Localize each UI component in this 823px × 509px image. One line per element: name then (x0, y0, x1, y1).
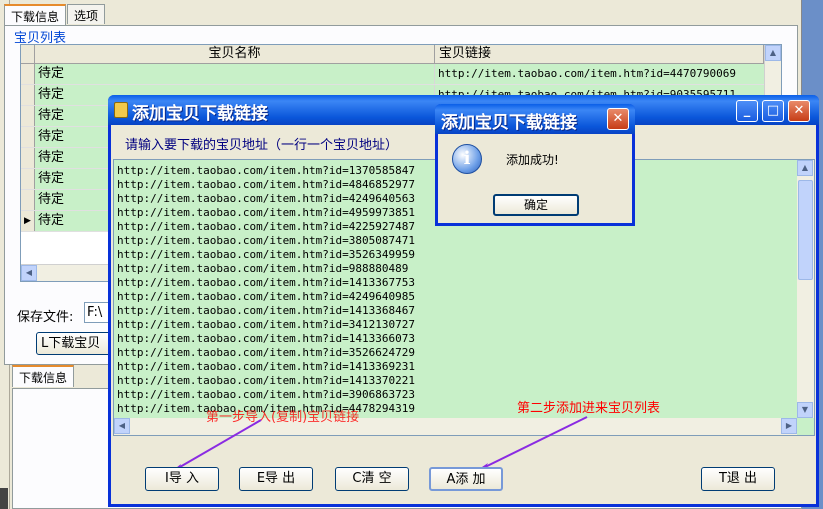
cell-link[interactable]: http://item.taobao.com/item.htm?id=44707… (435, 64, 764, 84)
grid-header-indicator (21, 45, 35, 63)
info-icon: i (452, 144, 482, 174)
column-header-name[interactable]: 宝贝名称 (35, 45, 435, 63)
msgbox-title: 添加宝贝下载链接 (441, 113, 577, 133)
scroll-up-icon[interactable]: ▲ (765, 45, 781, 61)
url-line: http://item.taobao.com/item.htm?id=42259… (117, 220, 416, 233)
url-line: http://item.taobao.com/item.htm?id=14133… (117, 304, 416, 317)
url-line: http://item.taobao.com/item.htm?id=42496… (117, 192, 416, 205)
minimize-icon[interactable]: _ (736, 100, 758, 122)
scroll-down-icon[interactable]: ▼ (797, 402, 813, 418)
row-indicator[interactable] (21, 64, 35, 84)
exit-button[interactable]: T退 出 (701, 467, 775, 491)
table-row[interactable]: 待定 http://item.taobao.com/item.htm?id=447… (21, 64, 764, 85)
url-line: http://item.taobao.com/item.htm?id=13705… (117, 164, 416, 177)
step2-annotation: 第二步添加进来宝贝列表 (517, 401, 661, 416)
download-button[interactable]: L下载宝贝 (36, 332, 112, 355)
url-line: http://item.taobao.com/item.htm?id=14133… (117, 360, 416, 373)
tab-options[interactable]: 选项 (67, 4, 106, 24)
url-instruction: 请输入要下载的宝贝地址（一行一个宝贝地址） (125, 138, 399, 153)
url-line: http://item.taobao.com/item.htm?id=39068… (117, 388, 416, 401)
step1-annotation: 第一步导入(复制)宝贝链接 (206, 410, 360, 425)
grid-header: 宝贝名称 宝贝链接 (21, 45, 764, 64)
url-line: http://item.taobao.com/item.htm?id=34121… (117, 318, 416, 331)
cell-name[interactable]: 待定 (35, 64, 435, 84)
scroll-left-icon[interactable]: ◀ (21, 265, 37, 281)
app-icon (114, 102, 128, 118)
url-line: http://item.taobao.com/item.htm?id=35263… (117, 248, 416, 261)
save-file-label: 保存文件: (17, 310, 74, 325)
url-lines: http://item.taobao.com/item.htm?id=13705… (117, 164, 437, 430)
url-line: http://item.taobao.com/item.htm?id=14133… (117, 332, 416, 345)
row-indicator[interactable] (21, 106, 35, 126)
maximize-icon[interactable]: □ (762, 100, 784, 122)
url-line: http://item.taobao.com/item.htm?id=42496… (117, 290, 416, 303)
import-button[interactable]: I导 入 (145, 467, 219, 491)
url-line: http://item.taobao.com/item.htm?id=14133… (117, 276, 416, 289)
scroll-left-icon[interactable]: ◀ (114, 418, 130, 434)
tab-bottom-download-info[interactable]: 下载信息 (12, 365, 75, 387)
scroll-right-icon[interactable]: ▶ (781, 418, 797, 434)
url-line: http://item.taobao.com/item.htm?id=38050… (117, 234, 416, 247)
close-icon[interactable]: ✕ (607, 108, 629, 130)
row-indicator[interactable] (21, 127, 35, 147)
taskbar-edge (0, 488, 8, 509)
column-header-link[interactable]: 宝贝链接 (435, 45, 764, 63)
row-indicator[interactable] (21, 190, 35, 210)
row-indicator[interactable] (21, 85, 35, 105)
url-line: http://item.taobao.com/item.htm?id=14133… (117, 374, 416, 387)
bottom-tab-strip: 下载信息 (12, 365, 75, 387)
url-line: http://item.taobao.com/item.htm?id=49599… (117, 206, 416, 219)
msgbox-title-bar[interactable]: 添加宝贝下载链接 ✕ (435, 104, 635, 134)
url-line: http://item.taobao.com/item.htm?id=98888… (117, 262, 409, 275)
msgbox-message: 添加成功! (506, 153, 559, 167)
tab-download-info[interactable]: 下载信息 (4, 4, 67, 26)
row-indicator[interactable] (21, 148, 35, 168)
scroll-thumb[interactable] (798, 180, 813, 280)
close-icon[interactable]: ✕ (788, 100, 810, 122)
ok-button[interactable]: 确定 (493, 194, 579, 216)
textarea-vertical-scrollbar[interactable]: ▲ ▼ (797, 160, 814, 418)
scroll-up-icon[interactable]: ▲ (797, 160, 813, 176)
dialog-title: 添加宝贝下载链接 (132, 104, 268, 124)
url-line: http://item.taobao.com/item.htm?id=35266… (117, 346, 416, 359)
clear-button[interactable]: C清 空 (335, 467, 409, 491)
row-indicator[interactable] (21, 169, 35, 189)
success-message-box: 添加宝贝下载链接 ✕ i 添加成功! 确定 (435, 104, 635, 226)
url-line: http://item.taobao.com/item.htm?id=48468… (117, 178, 416, 191)
add-button[interactable]: A添 加 (429, 467, 503, 491)
top-tab-strip: 下载信息 选项 (4, 4, 106, 26)
current-row-indicator-icon[interactable]: ▶ (21, 211, 35, 231)
export-button[interactable]: E导 出 (239, 467, 313, 491)
